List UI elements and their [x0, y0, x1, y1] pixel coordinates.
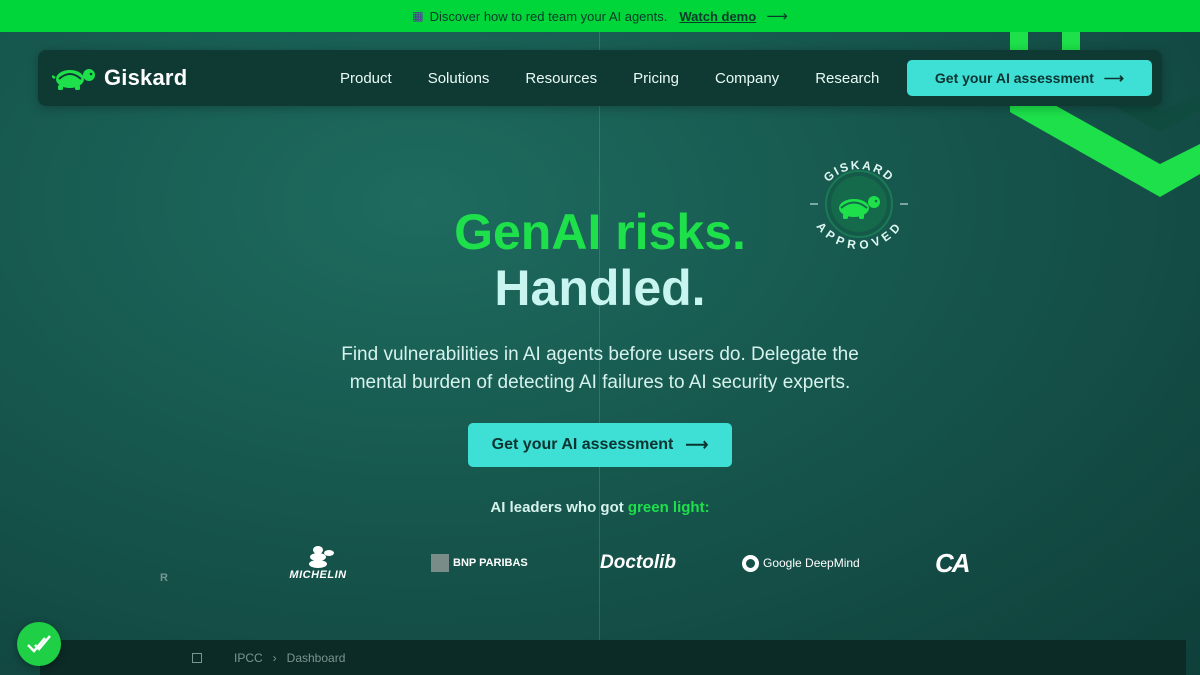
bnp-paribas-logo: BNP PARIBAS	[431, 540, 528, 586]
arrow-right-icon: ⟶	[1103, 69, 1124, 86]
hero-assessment-label: Get your AI assessment	[491, 436, 674, 453]
ca-text: CA	[935, 547, 971, 578]
michelin-man-icon	[309, 546, 334, 568]
calendar-icon: ▦	[412, 9, 424, 23]
michelin-logo: MICHELIN	[282, 540, 354, 586]
hero-subtitle: Find vulnerabilities in AI agents before…	[300, 341, 900, 397]
nav-product[interactable]: Product	[322, 70, 410, 87]
breadcrumb-ipcc[interactable]: IPCC	[234, 651, 263, 665]
breadcrumb-separator-icon: ›	[272, 650, 277, 665]
nav-company[interactable]: Company	[697, 70, 797, 87]
watch-demo-link[interactable]: Watch demo	[679, 9, 756, 24]
deepmind-icon	[742, 554, 759, 572]
turtle-logo-icon	[52, 69, 95, 90]
partial-logo: R	[160, 540, 168, 586]
nav-pricing[interactable]: Pricing	[615, 70, 697, 87]
arrow-right-icon: ⟶	[766, 8, 788, 25]
bnp-stars-icon	[431, 554, 449, 572]
doctolib-text: Doctolib	[600, 552, 676, 573]
headline-line-2: Handled.	[494, 260, 706, 316]
google-deepmind-logo: Google DeepMind	[742, 540, 860, 586]
breadcrumb-dashboard[interactable]: Dashboard	[287, 651, 346, 665]
sidebar-toggle-icon[interactable]	[192, 652, 202, 663]
nav-resources[interactable]: Resources	[507, 70, 615, 87]
breadcrumb: IPCC › Dashboard	[192, 651, 345, 665]
brand-logo[interactable]: Giskard	[52, 65, 322, 91]
banner-text: Discover how to red team your AI agents.	[429, 8, 668, 24]
bnp-text: BNP PARIBAS	[453, 557, 528, 569]
doctolib-logo: Doctolib	[600, 540, 676, 586]
brand-name: Giskard	[104, 65, 188, 90]
bottom-preview-bar: IPCC › Dashboard	[40, 640, 1186, 675]
leaders-heading: AI leaders who got green light:	[0, 499, 1200, 516]
main-navbar: Giskard Product Solutions Resources Pric…	[38, 50, 1162, 106]
customer-logos: R MICHELIN BNP PARIBAS Doctolib Google D…	[0, 540, 1200, 590]
hero-subtitle-line-2: mental burden of detecting AI failures t…	[349, 372, 851, 393]
check-icon	[27, 635, 51, 653]
floating-check-button[interactable]	[17, 622, 61, 666]
hero-assessment-button[interactable]: Get your AI assessment ⟶	[468, 423, 732, 467]
leaders-highlight: green light:	[627, 499, 710, 516]
nav-assessment-label: Get your AI assessment	[934, 70, 1094, 86]
arrow-right-icon: ⟶	[685, 437, 709, 454]
announcement-banner: ▦ Discover how to red team your AI agent…	[0, 0, 1200, 32]
michelin-text: MICHELIN	[289, 569, 347, 581]
hero-subtitle-line-1: Find vulnerabilities in AI agents before…	[341, 344, 859, 365]
headline-line-1: GenAI risks.	[454, 204, 746, 260]
nav-solutions[interactable]: Solutions	[410, 70, 508, 87]
deepmind-text: Google DeepMind	[763, 556, 860, 570]
credit-agricole-logo: CA	[935, 540, 971, 586]
nav-links: Product Solutions Resources Pricing Comp…	[322, 70, 907, 87]
leaders-prefix: AI leaders who got	[490, 499, 624, 516]
partial-logo-text: R	[160, 572, 168, 584]
nav-assessment-button[interactable]: Get your AI assessment ⟶	[906, 60, 1152, 96]
nav-research[interactable]: Research	[797, 70, 897, 87]
